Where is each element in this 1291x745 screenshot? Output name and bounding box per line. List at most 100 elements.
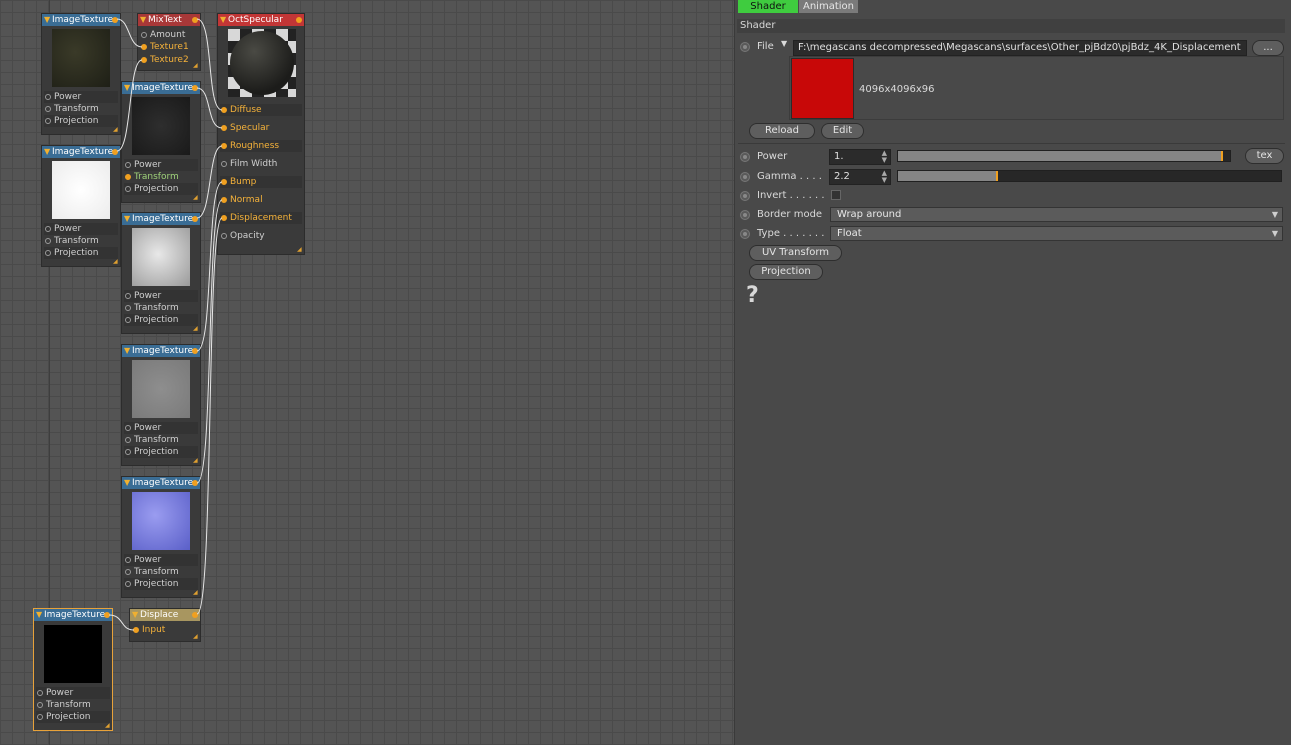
- param-power[interactable]: Power: [44, 223, 118, 235]
- border-mode-animate-radio[interactable]: [740, 210, 750, 220]
- input-port-icon[interactable]: [221, 179, 227, 185]
- node-header[interactable]: ▼ ImageTexture: [122, 477, 200, 489]
- param-transform[interactable]: Transform: [124, 566, 198, 578]
- input-port-icon[interactable]: [37, 702, 43, 708]
- edit-button[interactable]: Edit: [821, 123, 864, 139]
- collapse-icon[interactable]: ▼: [124, 345, 130, 357]
- input-port-icon[interactable]: [221, 125, 227, 131]
- input-port-icon[interactable]: [45, 106, 51, 112]
- spinner-icon[interactable]: ▲ ▼: [882, 170, 887, 184]
- power-slider[interactable]: [897, 150, 1231, 162]
- gamma-input[interactable]: 2.2 ▲ ▼: [829, 169, 891, 185]
- resize-grip-icon[interactable]: ◢: [193, 63, 199, 69]
- param-power[interactable]: Power: [44, 91, 118, 103]
- border-mode-dropdown[interactable]: Wrap around ▼: [830, 207, 1283, 222]
- help-icon[interactable]: ?: [746, 283, 759, 308]
- collapse-icon[interactable]: ▼: [140, 14, 146, 26]
- input-port-icon[interactable]: [221, 107, 227, 113]
- mix-texture-node[interactable]: ▼ MixText Amount Texture1 Texture2 ◢: [137, 13, 201, 71]
- collapse-icon[interactable]: ▼: [124, 477, 130, 489]
- collapse-icon[interactable]: ▼: [132, 609, 138, 621]
- gamma-animate-radio[interactable]: [740, 172, 750, 182]
- invert-checkbox[interactable]: [831, 190, 841, 200]
- input-port-icon[interactable]: [45, 118, 51, 124]
- resize-grip-icon[interactable]: ◢: [193, 326, 199, 332]
- node-header[interactable]: ▼ ImageTexture: [42, 146, 120, 158]
- gamma-slider-knob[interactable]: [996, 171, 998, 181]
- input-port-icon[interactable]: [221, 233, 227, 239]
- displace-node[interactable]: ▼ Displace Input ◢: [129, 608, 201, 642]
- resize-grip-icon[interactable]: ◢: [113, 259, 119, 265]
- param-projection[interactable]: Projection: [124, 578, 198, 590]
- collapse-icon[interactable]: ▼: [44, 14, 50, 26]
- param-roughness[interactable]: Roughness: [220, 140, 302, 152]
- output-port-icon[interactable]: [192, 17, 198, 23]
- node-header[interactable]: ▼ ImageTexture: [122, 82, 200, 94]
- power-input[interactable]: 1. ▲ ▼: [829, 149, 891, 165]
- param-texture1[interactable]: Texture1: [140, 41, 198, 53]
- gamma-slider[interactable]: [897, 170, 1282, 182]
- input-port-icon[interactable]: [125, 317, 131, 323]
- output-port-icon[interactable]: [192, 480, 198, 486]
- param-power[interactable]: Power: [124, 290, 198, 302]
- input-port-icon[interactable]: [133, 627, 139, 633]
- input-port-icon[interactable]: [221, 161, 227, 167]
- output-port-icon[interactable]: [192, 85, 198, 91]
- input-port-icon[interactable]: [37, 690, 43, 696]
- param-power[interactable]: Power: [124, 422, 198, 434]
- resize-grip-icon[interactable]: ◢: [105, 723, 111, 729]
- input-port-icon[interactable]: [221, 215, 227, 221]
- image-texture-node-4[interactable]: ▼ ImageTexture Power Transform Projection…: [121, 212, 201, 334]
- collapse-icon[interactable]: ▼: [124, 82, 130, 94]
- param-projection[interactable]: Projection: [36, 711, 110, 723]
- projection-button[interactable]: Projection: [749, 264, 823, 280]
- resize-grip-icon[interactable]: ◢: [193, 590, 199, 596]
- input-port-icon[interactable]: [125, 305, 131, 311]
- collapse-icon[interactable]: ▼: [44, 146, 50, 158]
- image-texture-node-7[interactable]: ▼ ImageTexture Power Transform Projection…: [33, 608, 113, 731]
- param-projection[interactable]: Projection: [44, 115, 118, 127]
- input-port-icon[interactable]: [125, 186, 131, 192]
- input-port-icon[interactable]: [141, 57, 147, 63]
- param-bump[interactable]: Bump: [220, 176, 302, 188]
- input-port-icon[interactable]: [125, 437, 131, 443]
- param-input[interactable]: Input: [132, 624, 198, 636]
- param-transform[interactable]: Transform: [44, 235, 118, 247]
- file-animate-radio[interactable]: [740, 42, 750, 52]
- input-port-icon[interactable]: [125, 569, 131, 575]
- param-projection[interactable]: Projection: [124, 314, 198, 326]
- output-port-icon[interactable]: [104, 612, 110, 618]
- file-path-field[interactable]: F:\megascans decompressed\Megascans\surf…: [793, 40, 1247, 56]
- tab-shader[interactable]: Shader: [738, 0, 798, 13]
- power-animate-radio[interactable]: [740, 152, 750, 162]
- resize-grip-icon[interactable]: ◢: [297, 247, 303, 253]
- image-texture-node-1[interactable]: ▼ ImageTexture Power Transform Projection…: [41, 13, 121, 135]
- output-port-icon[interactable]: [112, 17, 118, 23]
- input-port-icon[interactable]: [141, 32, 147, 38]
- input-port-icon[interactable]: [45, 94, 51, 100]
- input-port-icon[interactable]: [37, 714, 43, 720]
- input-port-icon[interactable]: [125, 581, 131, 587]
- param-projection[interactable]: Projection: [124, 446, 198, 458]
- param-normal[interactable]: Normal: [220, 194, 302, 206]
- param-power[interactable]: Power: [124, 159, 198, 171]
- param-power[interactable]: Power: [36, 687, 110, 699]
- node-header[interactable]: ▼ Displace: [130, 609, 200, 621]
- node-header[interactable]: ▼ ImageTexture: [122, 213, 200, 225]
- output-port-icon[interactable]: [192, 216, 198, 222]
- tab-animation[interactable]: Animation: [799, 0, 858, 13]
- input-port-icon[interactable]: [125, 557, 131, 563]
- output-port-icon[interactable]: [112, 149, 118, 155]
- input-port-icon[interactable]: [221, 143, 227, 149]
- input-port-icon[interactable]: [45, 250, 51, 256]
- resize-grip-icon[interactable]: ◢: [193, 195, 199, 201]
- node-header[interactable]: ▼ MixText: [138, 14, 200, 26]
- node-header[interactable]: ▼ ImageTexture: [42, 14, 120, 26]
- node-graph-canvas[interactable]: ▼ ImageTexture Power Transform Projection…: [0, 0, 734, 745]
- output-port-icon[interactable]: [296, 17, 302, 23]
- resize-grip-icon[interactable]: ◢: [113, 127, 119, 133]
- power-slider-knob[interactable]: [1221, 151, 1223, 161]
- input-port-icon[interactable]: [125, 425, 131, 431]
- type-dropdown[interactable]: Float ▼: [830, 226, 1283, 241]
- invert-animate-radio[interactable]: [740, 191, 750, 201]
